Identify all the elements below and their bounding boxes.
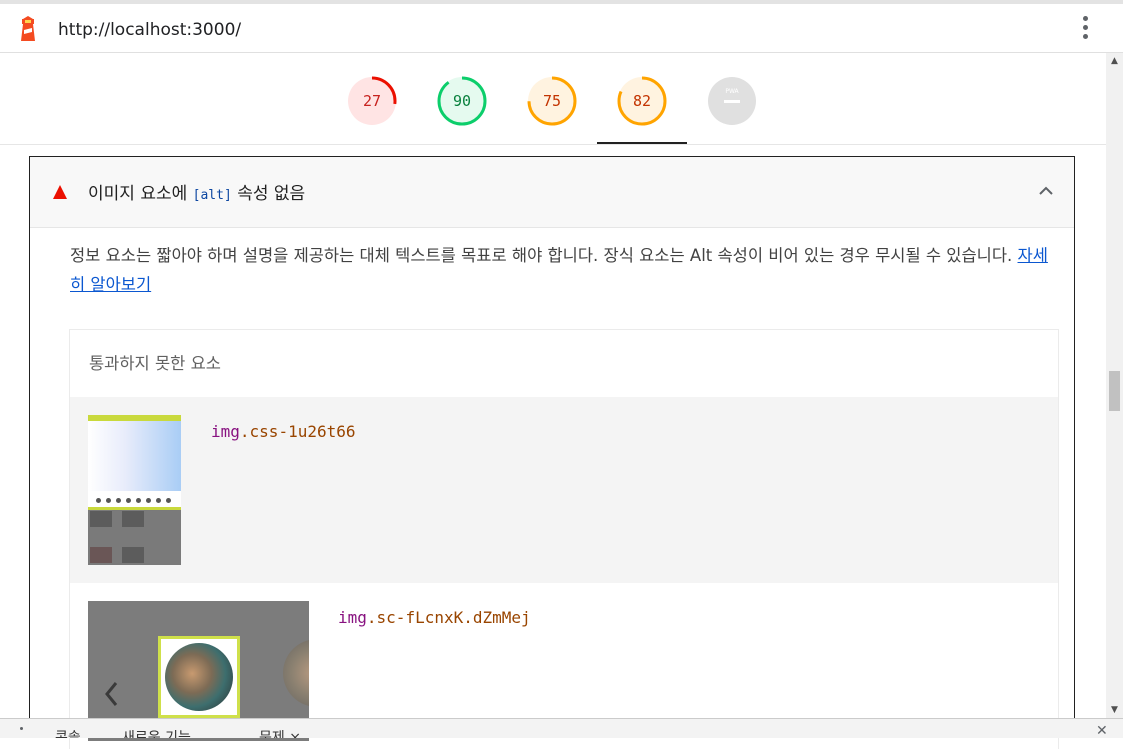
table-row[interactable]: img.css-1u26t66 xyxy=(70,397,1058,583)
pwa-label: PWA xyxy=(725,88,739,95)
node-class: .sc-fLcnxK.dZmMej xyxy=(366,608,531,627)
failing-elements-table: 통과하지 못한 요소 img.css-1u26t66 img.sc-fLcnxK… xyxy=(69,329,1059,753)
gauge-score: 27 xyxy=(362,92,382,110)
audit-image-alt: 이미지 요소에 [alt] 속성 없음 정보 요소는 짧아야 하며 설명을 제공… xyxy=(29,156,1075,753)
devtools-drawer: 콘솔 새로운 기능 문제 × ✕ xyxy=(0,718,1123,738)
gauge-seo[interactable]: 82 xyxy=(616,75,668,127)
gauge-best-practices[interactable]: 75 xyxy=(526,75,578,127)
element-selector: img.sc-fLcnxK.dZmMej xyxy=(338,608,531,627)
audit-title-text: 속성 없음 xyxy=(231,184,306,204)
element-selector: img.css-1u26t66 xyxy=(211,422,356,441)
tab-console[interactable]: 콘솔 xyxy=(55,727,81,738)
audit-title-code: [alt] xyxy=(192,188,232,203)
lighthouse-logo-icon xyxy=(21,16,35,41)
audit-title: 이미지 요소에 [alt] 속성 없음 xyxy=(88,179,305,204)
drawer-menu-icon[interactable] xyxy=(20,727,23,730)
scroll-up-arrow-icon[interactable]: ▲ xyxy=(1106,53,1123,69)
close-icon[interactable]: ✕ xyxy=(1096,723,1108,738)
node-tag: img xyxy=(211,422,240,441)
pwa-badge-icon: PWA xyxy=(708,77,756,125)
more-options-icon[interactable] xyxy=(1078,16,1092,46)
chevron-left-icon xyxy=(105,682,118,706)
vertical-scrollbar[interactable]: ▲ ▼ xyxy=(1106,53,1123,718)
scroll-down-arrow-icon[interactable]: ▼ xyxy=(1106,702,1123,718)
score-gauges-header: 27 90 75 82 PWA xyxy=(0,53,1106,145)
gauge-performance[interactable]: 27 xyxy=(346,75,398,127)
active-gauge-indicator xyxy=(597,142,687,144)
gauge-accessibility[interactable]: 90 xyxy=(436,75,488,127)
fail-triangle-icon xyxy=(53,185,67,199)
audit-description: 정보 요소는 짧아야 하며 설명을 제공하는 대체 텍스트를 목표로 해야 합니… xyxy=(70,241,1060,299)
scrollbar-thumb[interactable] xyxy=(1109,371,1120,411)
gauge-score: 90 xyxy=(452,92,472,110)
gauge-score: 82 xyxy=(632,92,652,110)
gauge-pwa[interactable]: PWA xyxy=(706,75,758,127)
tab-whats-new[interactable]: 새로운 기능 xyxy=(122,727,191,738)
tab-issues[interactable]: 문제 × xyxy=(259,727,301,738)
table-header: 통과하지 못한 요소 xyxy=(89,354,221,373)
element-screenshot-thumbnail xyxy=(88,415,181,565)
description-text: 정보 요소는 짧아야 하며 설명을 제공하는 대체 텍스트를 목표로 해야 합니… xyxy=(70,246,1018,265)
audit-title-text: 이미지 요소에 xyxy=(88,184,193,204)
url-bar: http://localhost:3000/ xyxy=(0,0,1123,53)
page-url: http://localhost:3000/ xyxy=(58,20,242,40)
audit-header[interactable]: 이미지 요소에 [alt] 속성 없음 xyxy=(30,157,1074,228)
node-tag: img xyxy=(338,608,367,627)
node-class: .css-1u26t66 xyxy=(239,422,356,441)
chevron-up-icon[interactable] xyxy=(1038,183,1054,199)
gauge-score: 75 xyxy=(542,92,562,110)
